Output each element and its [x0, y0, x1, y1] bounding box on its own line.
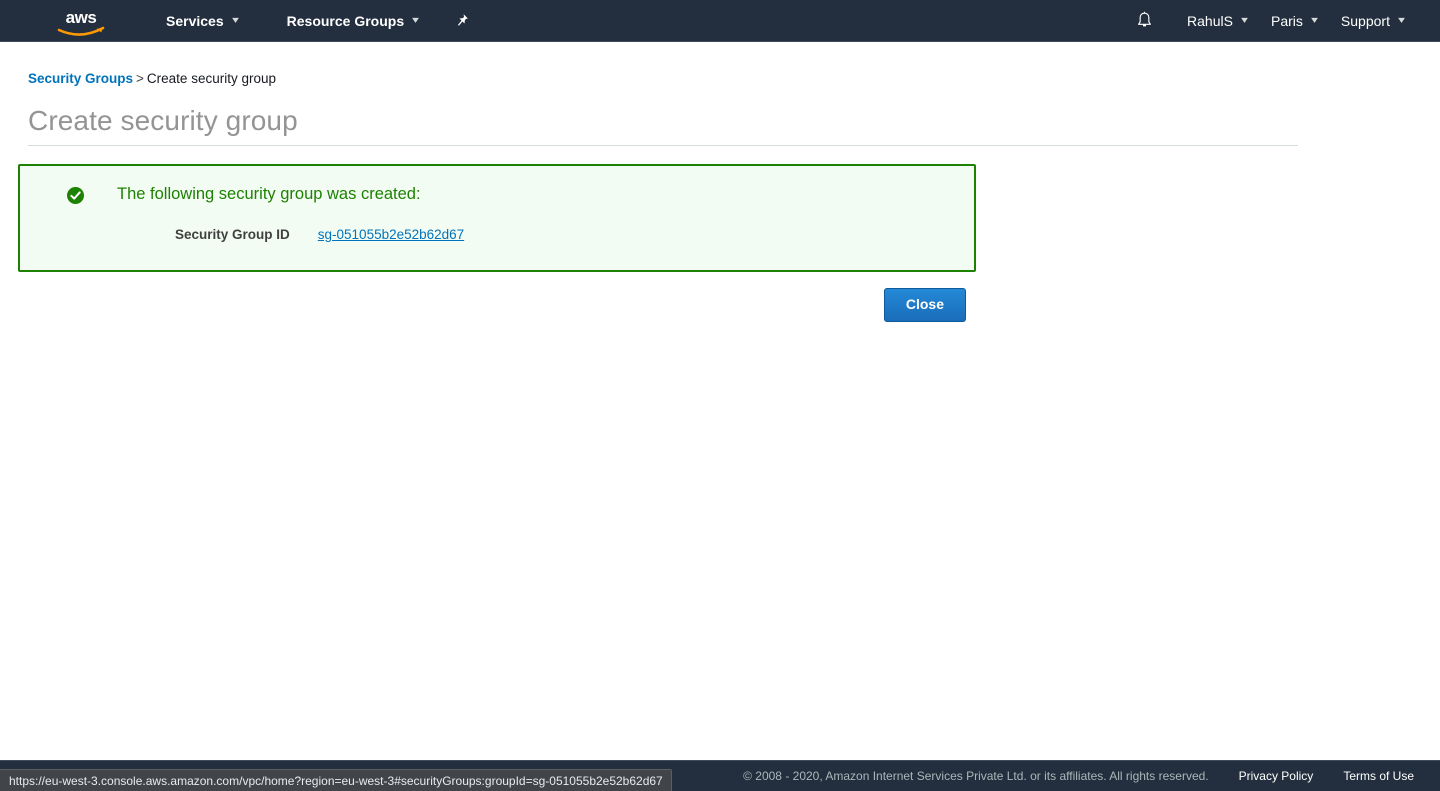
nav-services-label: Services: [166, 13, 224, 29]
aws-top-navigation: aws Services ▾ Resource Groups ▾: [0, 0, 1440, 42]
chevron-down-icon: ▾: [1311, 15, 1318, 26]
chevron-down-icon: ▾: [232, 15, 239, 26]
footer-copyright: © 2008 - 2020, Amazon Internet Services …: [743, 769, 1209, 783]
main-content: Security Groups>Create security group Cr…: [0, 42, 1440, 760]
footer-right-group: © 2008 - 2020, Amazon Internet Services …: [743, 769, 1440, 783]
nav-account-menu[interactable]: RahulS ▾: [1175, 0, 1259, 42]
nav-resource-groups-menu[interactable]: Resource Groups ▾: [276, 0, 430, 42]
breadcrumb: Security Groups>Create security group: [28, 71, 276, 86]
nav-support-menu[interactable]: Support ▾: [1329, 0, 1416, 42]
bell-icon: [1136, 11, 1153, 30]
page-title-container: Create security group: [28, 104, 1298, 146]
notifications-button[interactable]: [1125, 0, 1163, 42]
nav-resource-groups-label: Resource Groups: [287, 13, 404, 29]
alert-message: The following security group was created…: [117, 184, 421, 205]
alert-detail-row: Security Group ID sg-051055b2e52b62d67: [175, 227, 954, 242]
alert-main-row: The following security group was created…: [40, 184, 954, 205]
nav-right-group: RahulS ▾ Paris ▾ Support ▾: [1125, 0, 1440, 41]
svg-text:aws: aws: [66, 8, 97, 27]
pin-shortcut-button[interactable]: [443, 0, 479, 42]
footer-terms-of-use-link[interactable]: Terms of Use: [1343, 769, 1414, 783]
chevron-down-icon: ▾: [1241, 15, 1248, 26]
nav-support-label: Support: [1341, 13, 1390, 29]
close-button[interactable]: Close: [884, 288, 966, 322]
nav-services-menu[interactable]: Services ▾: [155, 0, 249, 42]
breadcrumb-current: Create security group: [147, 71, 276, 86]
aws-logo-icon: aws: [55, 6, 107, 36]
security-group-id-link[interactable]: sg-051055b2e52b62d67: [318, 227, 464, 242]
nav-left-group: aws Services ▾ Resource Groups ▾: [0, 0, 479, 41]
chevron-down-icon: ▾: [1398, 15, 1405, 26]
security-group-id-label: Security Group ID: [175, 227, 290, 242]
success-alert: The following security group was created…: [18, 164, 976, 272]
nav-region-menu[interactable]: Paris ▾: [1259, 0, 1329, 42]
breadcrumb-link-security-groups[interactable]: Security Groups: [28, 71, 133, 86]
pin-icon: [454, 13, 469, 28]
nav-account-label: RahulS: [1187, 13, 1233, 29]
breadcrumb-separator: >: [136, 71, 144, 86]
check-circle-icon: [67, 187, 84, 204]
footer-privacy-policy-link[interactable]: Privacy Policy: [1239, 769, 1314, 783]
nav-region-label: Paris: [1271, 13, 1303, 29]
chevron-down-icon: ▾: [412, 15, 419, 26]
alert-actions: Close: [0, 288, 966, 322]
page-title: Create security group: [28, 104, 1298, 138]
browser-status-bar-url: https://eu-west-3.console.aws.amazon.com…: [0, 769, 672, 791]
aws-logo[interactable]: aws: [50, 0, 112, 42]
